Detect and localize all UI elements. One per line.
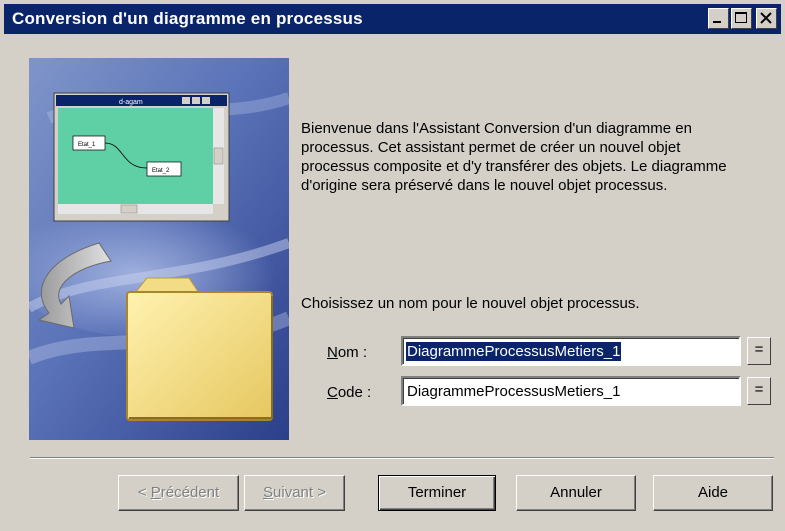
separator [30, 457, 774, 459]
mini-node-1: Etat_1 [78, 142, 96, 148]
minimize-button[interactable] [708, 8, 729, 29]
window-title: Conversion d'un diagramme en processus [12, 9, 363, 28]
nom-input-value: DiagrammeProcessusMetiers_1 [406, 342, 622, 361]
back-button[interactable]: < Précédent [118, 475, 239, 511]
minimize-icon [713, 21, 721, 23]
wizard-illustration: d-agam Etat_1 Etat_2 [29, 58, 289, 440]
help-button[interactable]: Aide [653, 475, 773, 511]
mini-window-thumbnail: d-agam Etat_1 Etat_2 [53, 92, 230, 222]
code-equals-button[interactable]: = [747, 377, 771, 405]
mini-node-2: Etat_2 [152, 168, 170, 174]
nom-label: Nom : [327, 344, 368, 361]
close-icon [760, 12, 772, 24]
close-button[interactable] [756, 8, 777, 29]
finish-button[interactable]: Terminer [378, 475, 496, 511]
wizard-dialog: Conversion d'un diagramme en processus d… [0, 0, 785, 531]
maximize-icon [735, 12, 747, 23]
mini-window-title: d-agam [119, 99, 143, 106]
code-label: Code : [327, 384, 372, 401]
choose-name-text: Choisissez un nom pour le nouvel objet p… [301, 295, 640, 312]
intro-text: Bienvenue dans l'Assistant Conversion d'… [301, 120, 727, 194]
code-input-value: DiagrammeProcessusMetiers_1 [407, 383, 621, 400]
folder-icon [126, 277, 273, 421]
code-input[interactable]: DiagrammeProcessusMetiers_1 [401, 376, 741, 406]
next-button[interactable]: Suivant > [244, 475, 345, 511]
nom-input[interactable]: DiagrammeProcessusMetiers_1 [401, 336, 741, 366]
maximize-button[interactable] [731, 8, 752, 29]
cancel-button[interactable]: Annuler [516, 475, 636, 511]
nom-equals-button[interactable]: = [747, 337, 771, 365]
title-bar[interactable]: Conversion d'un diagramme en processus [4, 4, 781, 34]
